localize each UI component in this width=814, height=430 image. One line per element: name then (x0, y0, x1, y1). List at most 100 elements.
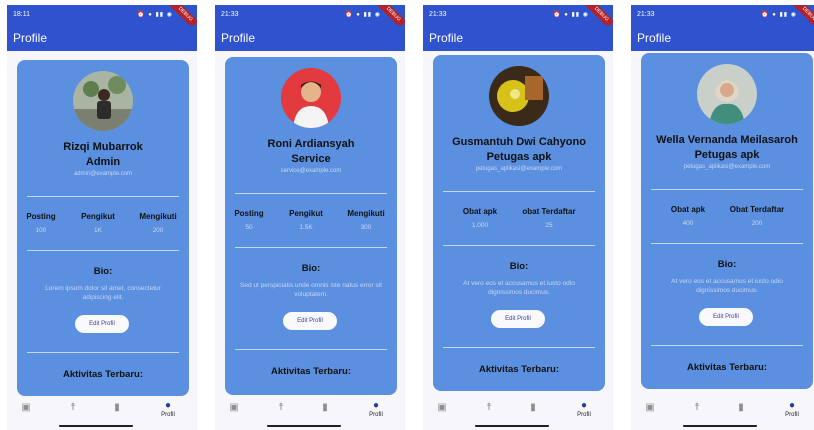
status-time: 18:11 (13, 11, 30, 18)
phone-screen: 21:33 ⏰ ● ▮▮ ◉ DEBUG Profile Roni Ardian… (215, 5, 405, 430)
profile-card: Rizqi Mubarrok Admin admin@example.com P… (17, 60, 189, 396)
nav-label-profile: Profil (577, 412, 591, 418)
profile-name-line1: Rizqi Mubarrok (63, 141, 143, 153)
activity-heading: Aktivitas Terbaru: (478, 364, 560, 375)
phone-screen: 18:11 ⏰ ● ▮▮ ◉ DEBUG Profile Rizqi Mubar… (7, 5, 197, 430)
divider (443, 245, 595, 246)
bio-text: Sed ut perspiciatis unde omnis iste natu… (240, 282, 382, 298)
accessibility-icon: ☨ (694, 402, 700, 413)
stat-obat-terdaftar: obat Terdaftar 25 (517, 207, 581, 229)
nav-item-bookmark[interactable]: ▮ (107, 402, 127, 413)
nav-item-accessibility[interactable]: ☨ (479, 402, 499, 413)
bookmark-icon: ▮ (322, 402, 328, 413)
nav-item-add[interactable]: ▣ (432, 402, 452, 413)
nav-item-profile[interactable]: ● Profil (366, 400, 386, 418)
stat-value: 1.000 (471, 222, 489, 229)
divider (443, 347, 595, 348)
page-title: Profile (13, 31, 48, 45)
profile-name: Rizqi Mubarrok Admin (17, 140, 189, 170)
home-indicator (267, 425, 341, 427)
nav-item-accessibility[interactable]: ☨ (687, 402, 707, 413)
edit-profile-button[interactable]: Edit Profil (491, 310, 545, 328)
bottom-nav: ▣ ☨ ▮ ● Profil (423, 395, 613, 425)
nav-item-add[interactable]: ▣ (640, 402, 660, 413)
avatar (489, 66, 549, 126)
profile-name: Roni Ardiansyah Service (225, 137, 397, 167)
divider (27, 250, 179, 251)
stat-label: Pengikut (81, 212, 115, 221)
page-title: Profile (637, 31, 672, 45)
profile-email: petugas_aplikasi@example.com (683, 164, 771, 170)
stat-value: 1.5K (299, 224, 313, 231)
app-bar: Profile (7, 25, 197, 51)
stat-label: Obat Terdaftar (729, 205, 785, 214)
nav-item-profile[interactable]: ● Profil (158, 400, 178, 418)
nav-item-bookmark[interactable]: ▮ (315, 402, 335, 413)
bio-heading: Bio: (301, 263, 321, 274)
edit-profile-button[interactable]: Edit Profil (699, 308, 753, 326)
profile-email: petugas_aplikasi@example.com (475, 166, 563, 172)
status-bar: 21:33 ⏰ ● ▮▮ ◉ (631, 5, 814, 25)
page-title: Profile (429, 31, 464, 45)
nav-label-profile: Profil (785, 412, 799, 418)
bottom-nav: ▣ ☨ ▮ ● Profil (631, 395, 814, 425)
nav-item-add[interactable]: ▣ (224, 402, 244, 413)
stat-mengikuti: Mengikuti 200 (133, 212, 183, 234)
status-bar: 21:33 ⏰ ● ▮▮ ◉ (215, 5, 405, 25)
divider (235, 247, 387, 248)
profile-name-line1: Wella Vernanda Meilasaroh (656, 134, 798, 146)
nav-item-profile[interactable]: ● Profil (782, 400, 802, 418)
stat-label: Obat apk (670, 205, 706, 214)
profile-role: Petugas apk (694, 149, 760, 161)
avatar (73, 71, 133, 131)
profile-role: Petugas apk (486, 151, 552, 163)
nav-item-bookmark[interactable]: ▮ (731, 402, 751, 413)
bio-text: At vero eos et accusamus et iusto odio d… (671, 278, 783, 294)
status-icons: ⏰ ● ▮▮ ◉ (345, 12, 381, 18)
activity-heading: Aktivitas Terbaru: (686, 362, 768, 373)
status-bar: 21:33 ⏰ ● ▮▮ ◉ (423, 5, 613, 25)
nav-label-profile: Profil (369, 412, 383, 418)
app-bar: Profile (423, 25, 613, 51)
nav-item-profile[interactable]: ● Profil (574, 400, 594, 418)
divider (443, 191, 595, 192)
edit-profile-button[interactable]: Edit Profil (75, 315, 129, 333)
status-time: 21:33 (429, 11, 447, 18)
accessibility-icon: ☨ (70, 402, 76, 413)
nav-item-accessibility[interactable]: ☨ (271, 402, 291, 413)
stat-pengikut: Pengikut 1K (73, 212, 123, 234)
profile-name-line1: Roni Ardiansyah (267, 138, 355, 150)
nav-item-accessibility[interactable]: ☨ (63, 402, 83, 413)
bio-text: Lorem ipsum dolor sit amet, consectetur … (45, 285, 161, 301)
profile-email: service@example.com (280, 168, 342, 174)
person-icon: ● (164, 400, 172, 411)
app-bar: Profile (631, 25, 814, 51)
stat-value: 200 (751, 220, 763, 227)
profile-name: Wella Vernanda Meilasaroh Petugas apk (641, 133, 813, 163)
bio-heading: Bio: (509, 261, 529, 272)
stat-label: Mengikuti (139, 212, 177, 221)
bookmark-icon: ▮ (530, 402, 536, 413)
stat-posting: Posting 50 (229, 209, 269, 231)
accessibility-icon: ☨ (486, 402, 492, 413)
profile-card: Gusmantuh Dwi Cahyono Petugas apk petuga… (433, 55, 605, 391)
stat-label: Mengikuti (347, 209, 385, 218)
divider (651, 189, 803, 190)
nav-label-profile: Profil (161, 412, 175, 418)
phone-screen: 21:33 ⏰ ● ▮▮ ◉ DEBUG Profile Gusmantuh D… (423, 5, 613, 430)
add-note-icon: ▣ (21, 402, 31, 413)
avatar (281, 68, 341, 128)
status-bar: 18:11 ⏰ ● ▮▮ ◉ (7, 5, 197, 25)
nav-item-add[interactable]: ▣ (16, 402, 36, 413)
stat-label: Obat apk (462, 207, 498, 216)
status-time: 21:33 (637, 11, 655, 18)
bio-heading: Bio: (717, 259, 737, 270)
nav-item-bookmark[interactable]: ▮ (523, 402, 543, 413)
add-note-icon: ▣ (645, 402, 655, 413)
bookmark-icon: ▮ (114, 402, 120, 413)
divider (651, 243, 803, 244)
profile-card: Roni Ardiansyah Service service@example.… (225, 57, 397, 395)
person-icon: ● (580, 400, 588, 411)
stat-label: Pengikut (289, 209, 323, 218)
edit-profile-button[interactable]: Edit Profil (283, 312, 337, 330)
